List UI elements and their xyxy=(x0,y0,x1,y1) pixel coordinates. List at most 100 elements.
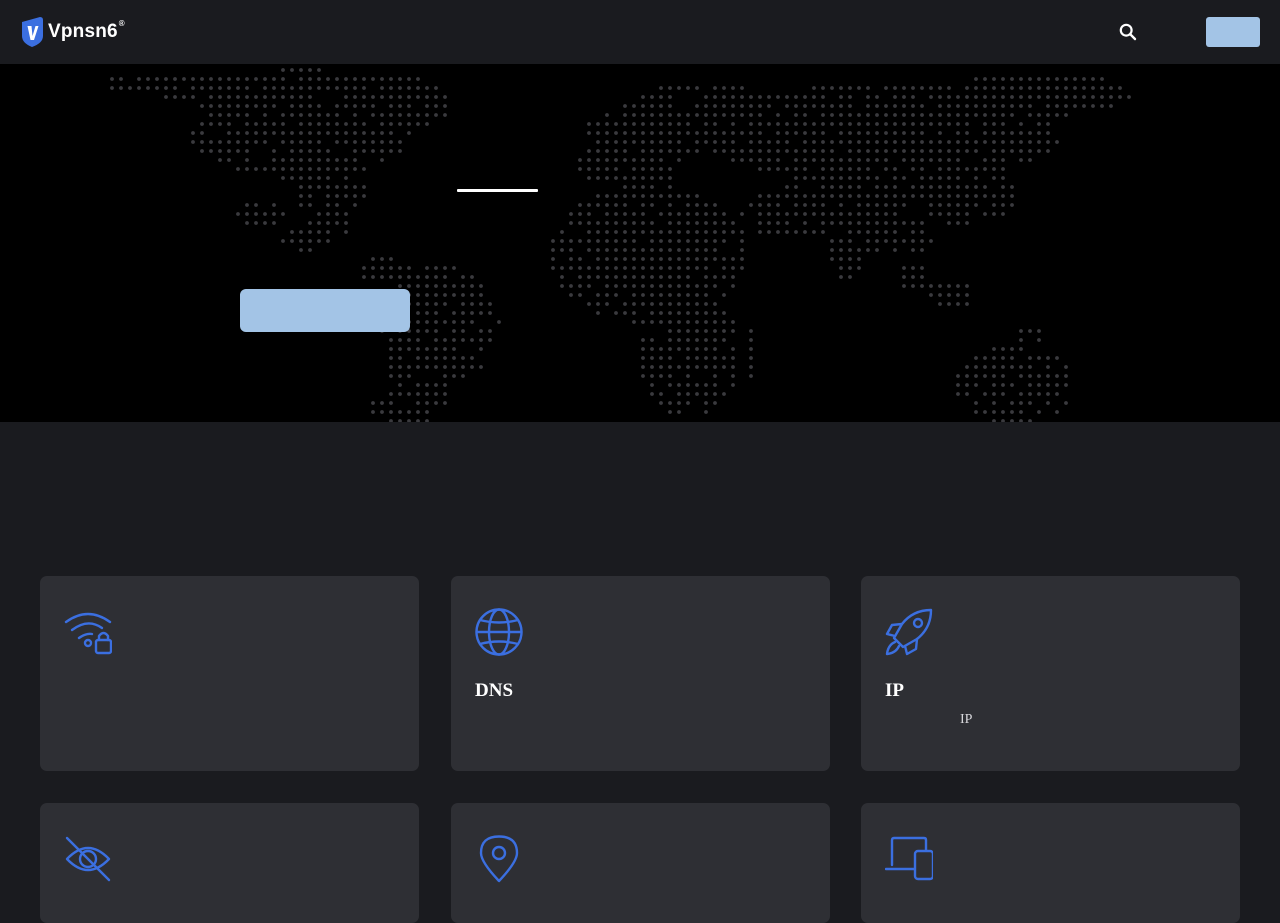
map-dot xyxy=(281,167,285,171)
map-dot xyxy=(614,257,618,261)
map-dot xyxy=(425,95,429,99)
hero-cta-button[interactable] xyxy=(240,289,410,332)
map-dot xyxy=(740,95,744,99)
map-dot xyxy=(992,347,996,351)
map-dot xyxy=(659,86,663,90)
map-dot xyxy=(641,185,645,189)
map-dot xyxy=(281,68,285,72)
map-dot xyxy=(281,176,285,180)
map-dot xyxy=(200,122,204,126)
search-button[interactable] xyxy=(1117,21,1139,43)
map-dot xyxy=(677,311,681,315)
map-dot xyxy=(857,203,861,207)
map-dot xyxy=(938,194,942,198)
map-dot xyxy=(839,131,843,135)
map-dot xyxy=(956,95,960,99)
map-dot xyxy=(326,212,330,216)
map-dot xyxy=(1037,86,1041,90)
map-dot xyxy=(632,293,636,297)
map-dot xyxy=(443,347,447,351)
map-dot xyxy=(254,167,258,171)
map-dot xyxy=(659,365,663,369)
map-dot xyxy=(1082,95,1086,99)
map-dot xyxy=(299,176,303,180)
map-dot xyxy=(1028,329,1032,333)
feature-card-devices xyxy=(861,803,1240,923)
map-dot xyxy=(821,167,825,171)
map-dot xyxy=(443,401,447,405)
map-dot xyxy=(893,104,897,108)
map-dot xyxy=(263,113,267,117)
map-dot xyxy=(596,158,600,162)
map-dot xyxy=(587,176,591,180)
map-dot xyxy=(335,77,339,81)
map-dot xyxy=(434,338,438,342)
map-dot xyxy=(281,212,285,216)
nav-cta-button[interactable] xyxy=(1206,17,1260,47)
map-dot xyxy=(974,104,978,108)
map-dot xyxy=(236,140,240,144)
map-dot xyxy=(317,221,321,225)
map-dot xyxy=(812,149,816,153)
map-dot xyxy=(479,329,483,333)
map-dot xyxy=(632,221,636,225)
map-dot xyxy=(902,239,906,243)
map-dot xyxy=(272,149,276,153)
map-dot xyxy=(668,338,672,342)
map-dot xyxy=(236,77,240,81)
map-dot xyxy=(272,221,276,225)
map-dot xyxy=(920,140,924,144)
map-dot xyxy=(812,203,816,207)
map-dot xyxy=(218,95,222,99)
map-dot xyxy=(299,86,303,90)
map-dot xyxy=(605,203,609,207)
map-dot xyxy=(569,293,573,297)
map-dot xyxy=(740,257,744,261)
map-dot xyxy=(1055,392,1059,396)
map-dot xyxy=(713,248,717,252)
map-dot xyxy=(866,113,870,117)
map-dot xyxy=(605,239,609,243)
map-dot xyxy=(884,104,888,108)
map-dot xyxy=(839,122,843,126)
map-dot xyxy=(425,320,429,324)
map-dot xyxy=(965,392,969,396)
map-dot xyxy=(1001,347,1005,351)
map-dot xyxy=(263,221,267,225)
map-dot xyxy=(1001,365,1005,369)
map-dot xyxy=(443,284,447,288)
map-dot xyxy=(668,302,672,306)
map-dot xyxy=(947,140,951,144)
map-dot xyxy=(785,230,789,234)
map-dot xyxy=(776,113,780,117)
map-dot xyxy=(641,140,645,144)
map-dot xyxy=(407,392,411,396)
map-dot xyxy=(317,212,321,216)
map-dot xyxy=(200,77,204,81)
map-dot xyxy=(434,113,438,117)
map-dot xyxy=(848,95,852,99)
map-dot xyxy=(866,95,870,99)
map-dot xyxy=(1019,401,1023,405)
map-dot xyxy=(740,158,744,162)
map-dot xyxy=(641,284,645,288)
map-dot xyxy=(668,311,672,315)
map-dot xyxy=(875,230,879,234)
map-dot xyxy=(920,176,924,180)
map-dot xyxy=(938,158,942,162)
map-dot xyxy=(326,86,330,90)
map-dot xyxy=(992,104,996,108)
map-dot xyxy=(443,266,447,270)
map-dot xyxy=(857,140,861,144)
map-dot xyxy=(938,149,942,153)
map-dot xyxy=(767,140,771,144)
map-dot xyxy=(722,311,726,315)
map-dot xyxy=(776,221,780,225)
map-dot xyxy=(371,95,375,99)
map-dot xyxy=(623,212,627,216)
map-dot xyxy=(623,104,627,108)
map-dot xyxy=(227,149,231,153)
feature-card-location xyxy=(451,803,830,923)
map-dot xyxy=(1037,374,1041,378)
brand-logo[interactable]: Vpnsn6 ® xyxy=(20,17,125,47)
